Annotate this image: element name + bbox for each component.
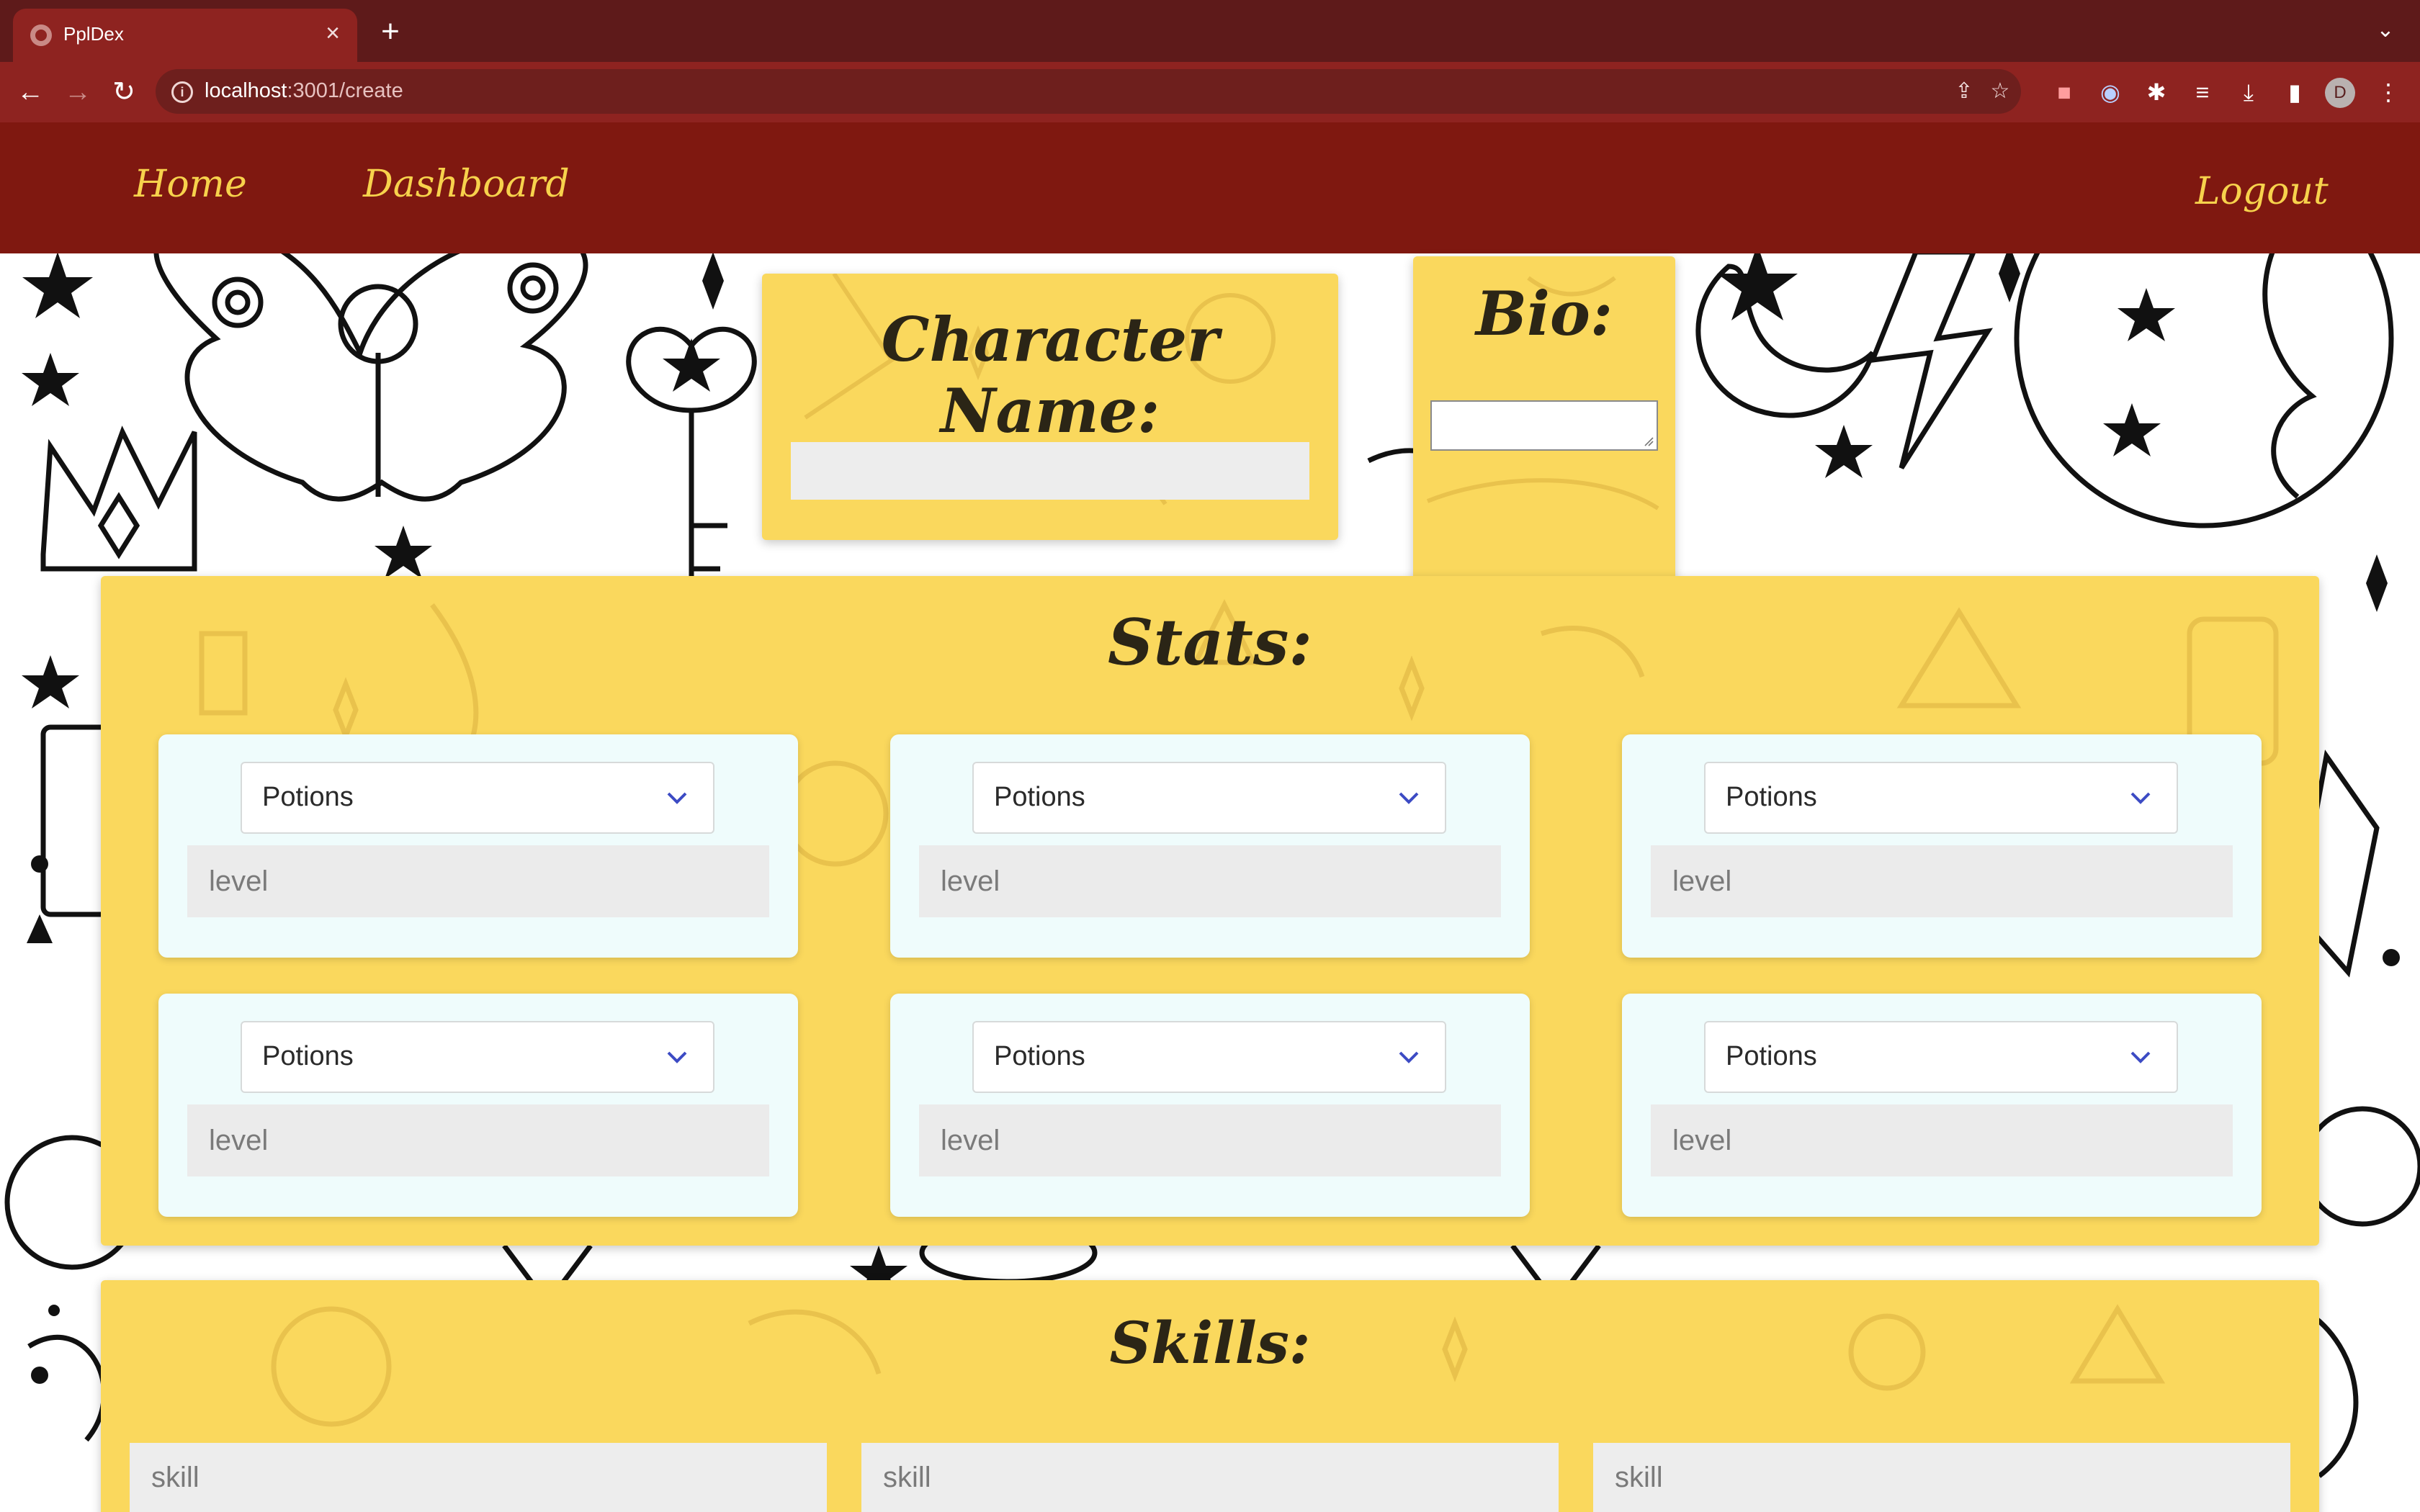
stat-level-input[interactable]: level [919,1104,1501,1176]
stat-card: Potions level [158,734,798,958]
stat-level-input[interactable]: level [1651,845,2233,917]
globe-icon [30,24,52,46]
stat-select[interactable]: Potions [972,762,1446,834]
extension-circle-icon[interactable]: ◉ [2092,73,2129,111]
stat-select-value: Potions [994,782,1085,812]
skills-panel: Skills: skill skill skill [101,1280,2319,1512]
extension-record-icon[interactable]: ■ [2045,73,2083,111]
skill-input[interactable]: skill [861,1443,1559,1512]
menu-dots-icon[interactable]: ⋮ [2370,73,2407,111]
browser-tab-strip: PplDex × + ⌄ [0,0,2420,62]
stat-select[interactable]: Potions [241,762,714,834]
character-name-heading: Character Name: [881,304,1219,446]
download-icon[interactable]: ⤓ [2230,73,2267,111]
star-icon[interactable]: ☆ [1985,76,2015,107]
stats-panel: Stats: Potions level Potions level Potio… [101,576,2319,1246]
chevron-down-icon[interactable]: ⌄ [2371,16,2400,45]
chevron-down-icon [1399,1051,1419,1063]
site-navbar: Home Dashboard Logout [0,122,2420,253]
chevron-down-icon [1399,792,1419,804]
address-bar[interactable]: i localhost:3001/create ⇪ ☆ [156,69,2021,114]
chevron-down-icon [667,1051,687,1063]
nav-home-link[interactable]: Home [134,163,247,206]
stat-select-value: Potions [1726,782,1817,812]
reload-icon[interactable]: ↻ [107,75,141,109]
stats-heading: Stats: [1108,605,1312,680]
skill-input[interactable]: skill [1593,1443,2290,1512]
chevron-down-icon [2130,792,2151,804]
skills-heading: Skills: [1109,1309,1311,1377]
nav-logout-link[interactable]: Logout [2195,170,2329,213]
stat-select[interactable]: Potions [972,1021,1446,1093]
page-content: Home Dashboard Logout Character Name: Bi… [0,122,2420,1512]
stat-level-input[interactable]: level [1651,1104,2233,1176]
stat-select-value: Potions [1726,1041,1817,1071]
nav-dashboard-link[interactable]: Dashboard [363,163,570,206]
stat-card: Potions level [1622,994,2262,1217]
stat-select-value: Potions [262,782,354,812]
tab-title: PplDex [63,23,124,45]
browser-toolbar: ← → ↻ i localhost:3001/create ⇪ ☆ ■ ◉ ✱ … [0,62,2420,122]
stat-select[interactable]: Potions [1704,762,2178,834]
stat-card: Potions level [1622,734,2262,958]
puzzle-icon[interactable]: ✱ [2138,73,2175,111]
stat-card: Potions level [890,994,1530,1217]
back-icon[interactable]: ← [13,75,48,109]
stat-select[interactable]: Potions [241,1021,714,1093]
chevron-down-icon [2130,1051,2151,1063]
stat-level-input[interactable]: level [919,845,1501,917]
stat-level-input[interactable]: level [187,845,769,917]
info-icon[interactable]: i [171,81,193,103]
side-panel-icon[interactable]: ▮ [2276,73,2313,111]
stat-select-value: Potions [262,1041,354,1071]
stat-select[interactable]: Potions [1704,1021,2178,1093]
stat-level-input[interactable]: level [187,1104,769,1176]
forward-icon[interactable]: → [60,75,95,109]
skill-input[interactable]: skill [130,1443,827,1512]
bio-heading: Bio: [1476,278,1613,349]
bio-textarea[interactable] [1430,400,1658,451]
chevron-down-icon [667,792,687,804]
stat-select-value: Potions [994,1041,1085,1071]
resize-grip-icon[interactable] [1644,436,1654,446]
stat-card: Potions level [890,734,1530,958]
url-text: localhost:3001/create [205,79,403,102]
character-name-panel: Character Name: [762,274,1338,540]
media-icon[interactable]: ≡ [2184,73,2221,111]
close-icon[interactable]: × [318,19,347,48]
browser-tab[interactable]: PplDex × [13,9,357,62]
character-name-input[interactable] [791,442,1309,500]
stat-card: Potions level [158,994,798,1217]
avatar[interactable]: D [2325,78,2355,108]
new-tab-button[interactable]: + [375,16,406,48]
share-icon[interactable]: ⇪ [1949,76,1979,107]
